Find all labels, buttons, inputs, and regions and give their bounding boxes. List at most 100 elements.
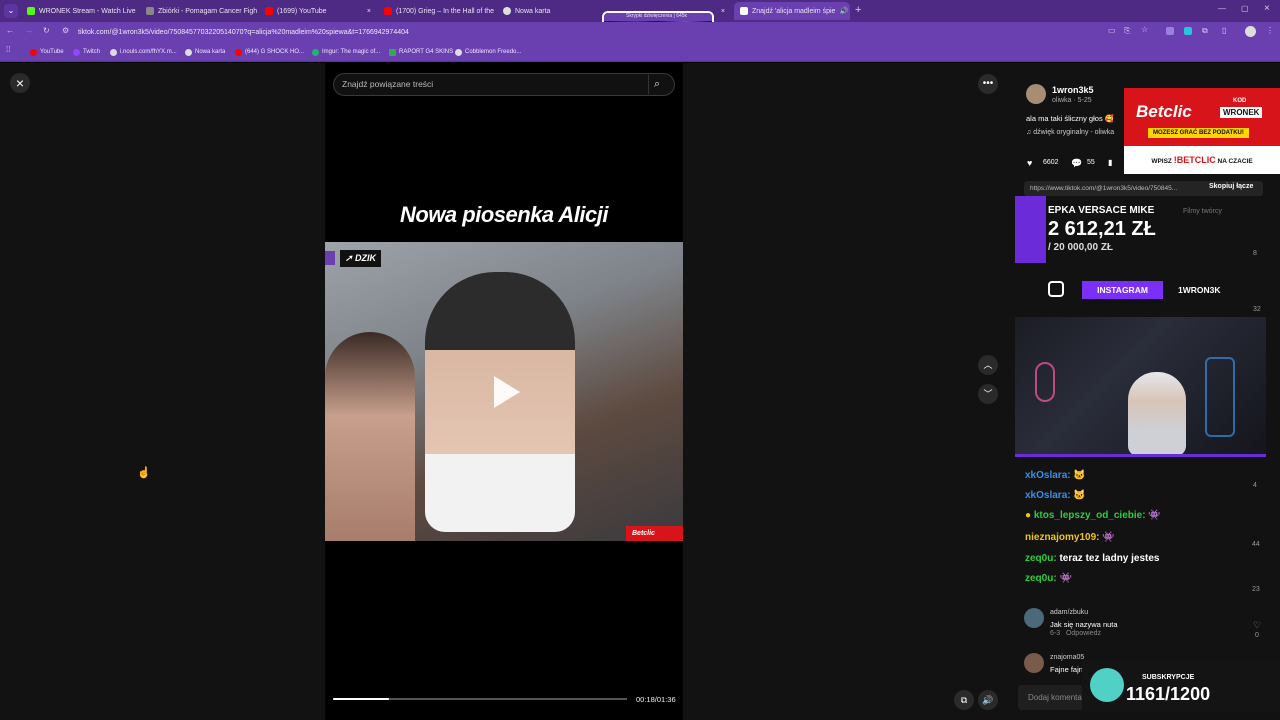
caption: ala ma taki śliczny głos 🥰 (1026, 114, 1115, 123)
heart-icon[interactable]: ♥ (1027, 158, 1032, 168)
username[interactable]: 1wron3k5 (1052, 85, 1094, 95)
comment-user[interactable]: adam/zbuku (1050, 609, 1088, 616)
apps-icon[interactable]: ⁞⁞ (6, 45, 10, 54)
next-video-icon[interactable]: ﹀ (978, 384, 998, 404)
play-icon[interactable] (494, 376, 520, 408)
extension-icon[interactable] (1166, 27, 1174, 35)
close-tab-icon[interactable]: × (367, 8, 371, 15)
bookmark-cobblemon[interactable]: Cobblemon Freedo... (455, 45, 521, 59)
betclic-banner: Betclic KOD WRONEK MOZESZ GRAĆ BEZ PODAT… (1124, 88, 1280, 174)
bookmark-imgur[interactable]: Imgur: The magic of... (312, 45, 380, 59)
comment-like-count: 8 (1253, 250, 1257, 257)
youtube-icon (30, 48, 37, 56)
sheets-icon (389, 48, 396, 56)
cast-icon[interactable]: ▭ (1108, 26, 1116, 35)
chat-message: nieznajomy109: 👾 (1025, 532, 1115, 543)
subscriptions-overlay: SUBSKRYPCJE 1161/1200 (1082, 660, 1280, 712)
avatar[interactable] (1024, 608, 1044, 628)
badge-icon: ● (1025, 510, 1032, 521)
maximize-icon[interactable]: ▢ (1241, 4, 1249, 13)
comment-user[interactable]: znajoma05 (1050, 654, 1084, 661)
copy-link-button[interactable]: Skopiuj łącze (1209, 183, 1253, 190)
pip-icon[interactable]: ⧉ (954, 690, 974, 710)
comment-icon[interactable]: 💬 (1071, 158, 1082, 169)
profile-avatar[interactable] (1245, 26, 1256, 37)
heart-outline-icon[interactable]: ♡ (1253, 620, 1261, 631)
menu-icon[interactable]: ⋮ (1266, 26, 1274, 35)
emote-icon: 🐱 (1073, 470, 1086, 481)
bookmark-icon[interactable]: ▮ (1108, 158, 1112, 167)
translate-icon[interactable]: ⎘ (1124, 26, 1130, 36)
tab-youtube[interactable]: (1699) YouTube × (259, 2, 377, 20)
volume-icon[interactable]: 🔊 (978, 690, 998, 710)
bookmark-nouls[interactable]: i.nouls.com/fhYX.m... (110, 45, 177, 59)
extensions-puzzle-icon[interactable]: ⧉ (1202, 26, 1208, 36)
subs-value: 1161/1200 (1126, 684, 1211, 704)
tab-zbiorki[interactable]: Zbiórki - Pomagam Cancer Figh× (140, 2, 258, 20)
mascot-icon (1090, 668, 1124, 702)
reply-button[interactable]: Odpowiedz (1066, 630, 1101, 637)
betclic-code: WRONEK (1220, 107, 1263, 118)
emote-icon: 👾 (1102, 532, 1115, 543)
donation-goal: / 20 000,00 ZŁ (1048, 242, 1114, 253)
donation-overlay: EPKA VERSACE MIKE 2 612,21 ZŁ / 20 000,0… (1015, 196, 1265, 263)
bookmark-star-icon[interactable]: ☆ (1141, 25, 1148, 34)
overlay-accent (325, 251, 335, 265)
close-tab-icon[interactable]: × (721, 8, 725, 15)
betclic-logo: Betclic (1136, 102, 1192, 121)
sidepanel-icon[interactable]: ▯ (1222, 26, 1226, 35)
more-options-icon[interactable]: ••• (978, 74, 998, 94)
site-icon (146, 7, 154, 15)
progress-track[interactable] (333, 698, 627, 700)
instagram-handle: 1WRON3K (1178, 285, 1221, 295)
youtube-icon (384, 7, 392, 15)
chat-message: xkOslara: 🐱 (1025, 490, 1086, 501)
neon-decoration (1205, 357, 1235, 437)
bookmark-youtube[interactable]: YouTube (30, 45, 64, 59)
previous-video-icon[interactable]: ︿ (978, 355, 998, 375)
chrome-icon (503, 7, 511, 15)
like-count: 6602 (1043, 159, 1059, 166)
minimize-icon[interactable]: — (1218, 4, 1226, 13)
comment-count: 55 (1087, 159, 1095, 166)
tab-kick[interactable]: WRONEK Stream - Watch Live× (21, 2, 139, 20)
new-tab-icon[interactable]: + (855, 4, 861, 16)
betclic-tag: Betclic (626, 526, 683, 541)
comment-text: Jak się nazywa nuta (1050, 620, 1118, 629)
post-subtitle: oliwka · 5-25 (1052, 97, 1092, 104)
close-video-icon[interactable]: × (10, 73, 30, 93)
dzik-badge: ➚ DZIK (340, 250, 382, 267)
bookmark-gshock[interactable]: (644) G SHOCK HO... (235, 45, 304, 59)
tab-tiktok[interactable]: Znajdź 'alicja madleim śpie🔊× (734, 2, 850, 20)
creator-videos-tab[interactable]: Filmy twórcy (1183, 208, 1222, 215)
comment-like-count: 32 (1253, 306, 1261, 313)
tab-grieg[interactable]: (1700) Grieg – In the Hall of the× (378, 2, 496, 20)
imgur-icon (312, 48, 319, 56)
comment-like-count: 44 (1252, 541, 1260, 548)
tab-search-button[interactable]: ⌄ (4, 4, 18, 18)
youtube-icon (265, 7, 273, 15)
site-info-icon[interactable]: ⚙ (62, 26, 69, 35)
time-display: 00:18/01:36 (636, 695, 676, 704)
webcam-overlay (1015, 317, 1266, 456)
chat-message: xkOslara: 🐱 (1025, 470, 1086, 481)
tiktok-icon (740, 7, 748, 15)
comment-meta: 6-3 Odpowiedz (1050, 630, 1101, 637)
extension-icon[interactable] (1184, 27, 1192, 35)
sound-link[interactable]: ♫ dźwięk oryginalny - oliwka (1026, 129, 1114, 136)
add-comment-input[interactable]: Dodaj komentarz... (1018, 685, 1088, 710)
search-input[interactable]: Znajdź powiązane treści (333, 73, 675, 96)
avatar[interactable] (1026, 84, 1046, 104)
search-icon[interactable]: ⌕ (654, 78, 660, 91)
bookmark-twitch[interactable]: Twitch (73, 45, 100, 59)
back-icon[interactable]: ← (6, 26, 14, 35)
bookmark-new-tab[interactable]: Nowa karta (185, 45, 225, 59)
search-divider (648, 75, 649, 94)
bookmark-raport[interactable]: RAPORT G4 SKINS (389, 45, 453, 59)
webcam-border (1015, 454, 1266, 457)
emote-icon: 👾 (1059, 573, 1072, 584)
close-window-icon[interactable]: × (1264, 3, 1270, 14)
reload-icon[interactable]: ↻ (43, 26, 50, 35)
address-bar[interactable]: tiktok.com/@1wron3k5/video/7508457703220… (70, 25, 1100, 40)
avatar[interactable] (1024, 653, 1044, 673)
